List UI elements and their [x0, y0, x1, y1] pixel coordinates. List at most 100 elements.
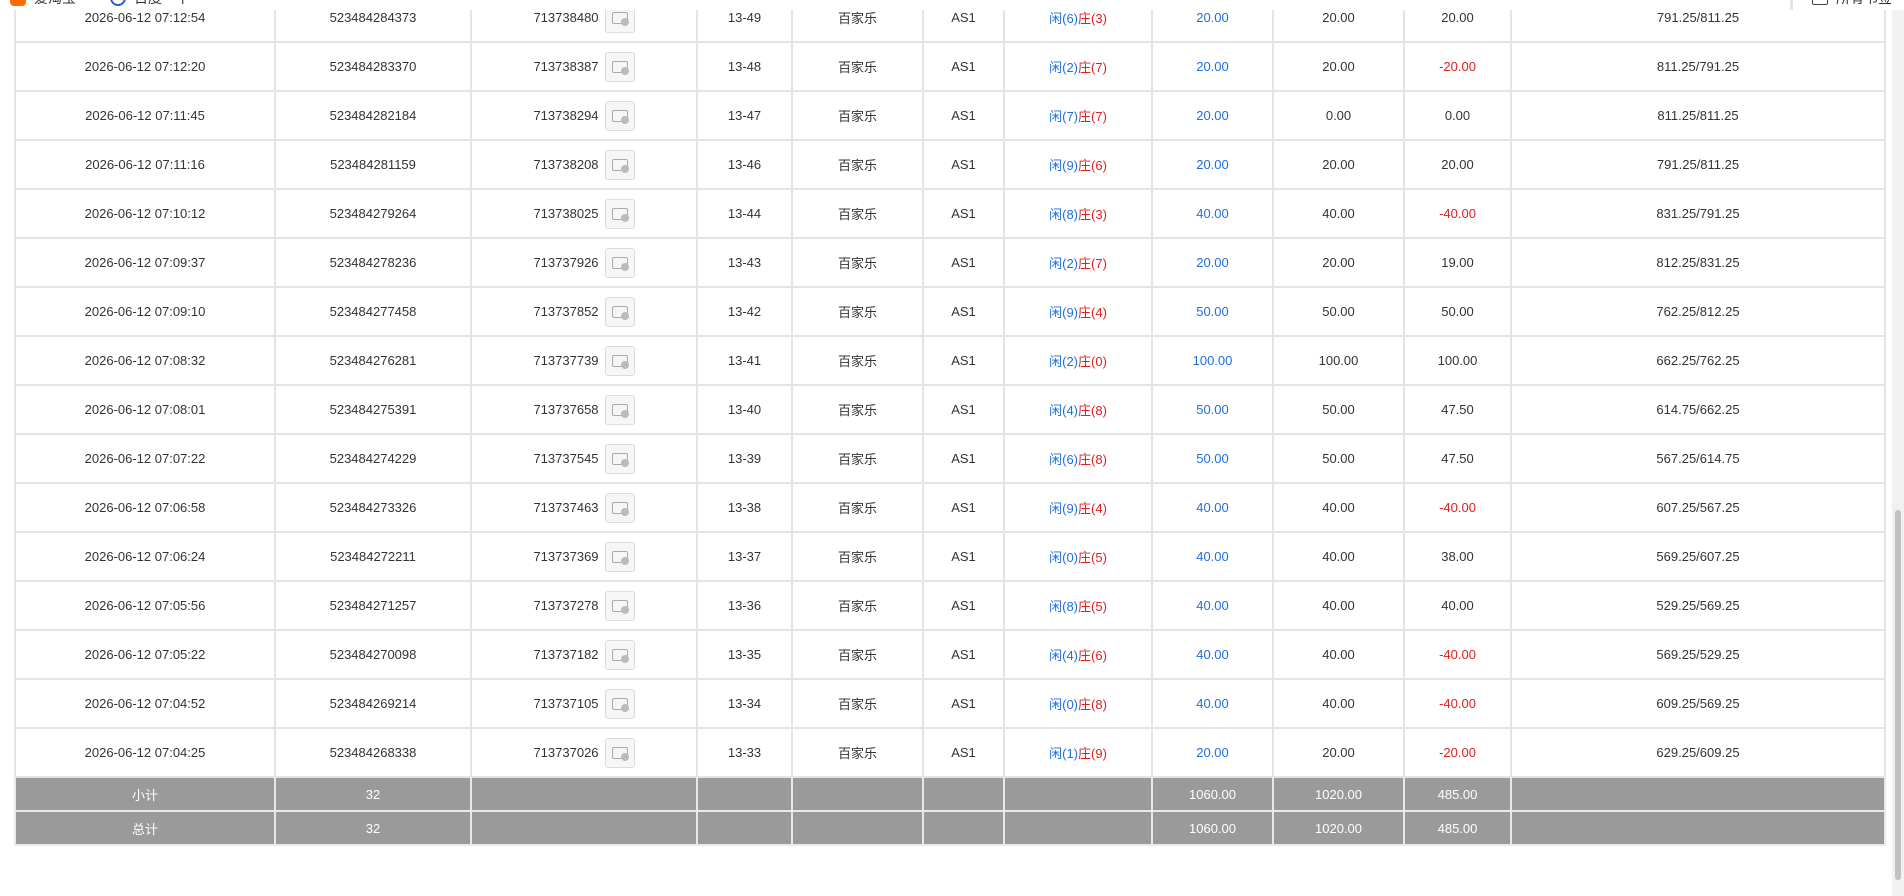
game-id-cell: 713738294: [470, 90, 698, 141]
bet-time-cell: 2026-06-12 07:05:56: [14, 580, 276, 631]
summary-valid-cell: 1020.00: [1272, 776, 1405, 812]
table-row[interactable]: 2026-06-12 07:08:32 523484276281 713737739…: [14, 335, 1886, 386]
game-id: 713737739: [533, 353, 599, 368]
summary-empty-cell: [470, 810, 698, 846]
win-loss-cell: -20.00: [1403, 727, 1512, 778]
table-row[interactable]: 2026-06-12 07:06:58 523484273326 713737463…: [14, 482, 1886, 533]
game-id-wrapper: 713737369: [533, 541, 635, 572]
zhuang-score: (9): [1091, 746, 1107, 761]
game-name-cell: 百家乐: [791, 531, 924, 582]
table-code-cell: AS1: [922, 482, 1005, 533]
game-id: 713737105: [533, 696, 599, 711]
summary-empty-cell: [1510, 776, 1886, 812]
bet-time-cell: 2026-06-12 07:12:20: [14, 41, 276, 92]
order-number-cell: 523484281159: [274, 139, 472, 190]
all-bookmarks-button[interactable]: 所有书签: [1812, 0, 1892, 10]
table-row[interactable]: 2026-06-12 07:09:37 523484278236 713737926…: [14, 237, 1886, 288]
game-id-wrapper: 713737852: [533, 296, 635, 327]
table-row[interactable]: 2026-06-12 07:11:45 523484282184 713738294…: [14, 90, 1886, 141]
result-image-icon[interactable]: [604, 296, 635, 327]
balance-cell: 569.25/607.25: [1510, 531, 1886, 582]
result-image-icon[interactable]: [604, 492, 635, 523]
xian-score: (9): [1062, 305, 1078, 320]
result-cell: 闲(9)庄(4): [1003, 286, 1153, 337]
balance-cell: 791.25/811.25: [1510, 139, 1886, 190]
result-image-icon[interactable]: [604, 345, 635, 376]
order-number-cell: 523484271257: [274, 580, 472, 631]
result-image-icon[interactable]: [604, 100, 635, 131]
result-image-icon[interactable]: [604, 541, 635, 572]
table-row[interactable]: 2026-06-12 07:06:24 523484272211 713737369…: [14, 531, 1886, 582]
table-code-cell: AS1: [922, 335, 1005, 386]
table-row[interactable]: 2026-06-12 07:07:22 523484274229 713737545…: [14, 433, 1886, 484]
table-row[interactable]: 2026-06-12 07:11:16 523484281159 713738208…: [14, 139, 1886, 190]
table-row[interactable]: 2026-06-12 07:04:52 523484269214 713737105…: [14, 678, 1886, 729]
table-row[interactable]: 2026-06-12 07:10:12 523484279264 713738025…: [14, 188, 1886, 239]
result-image-icon[interactable]: [604, 639, 635, 670]
result-image-icon[interactable]: [604, 247, 635, 278]
xian-score: (4): [1062, 648, 1078, 663]
bet-amount-cell: 50.00: [1151, 433, 1274, 484]
balance-cell: 609.25/569.25: [1510, 678, 1886, 729]
xian-score: (9): [1062, 501, 1078, 516]
game-id-cell: 713737545: [470, 433, 698, 484]
bookmark-baidu[interactable]: 百度一下: [110, 0, 190, 10]
balance-cell: 811.25/811.25: [1510, 90, 1886, 141]
xian-score: (0): [1062, 697, 1078, 712]
round-cell: 13-36: [696, 580, 793, 631]
result-cell: 闲(8)庄(3): [1003, 188, 1153, 239]
zhuang-label: 庄: [1078, 403, 1092, 418]
zhuang-label: 庄: [1078, 648, 1092, 663]
bet-amount-cell: 20.00: [1151, 727, 1274, 778]
valid-bet-cell: 20.00: [1272, 237, 1405, 288]
win-loss-cell: -40.00: [1403, 678, 1512, 729]
table-row[interactable]: 2026-06-12 07:04:25 523484268338 713737026…: [14, 727, 1886, 778]
valid-bet-cell: 20.00: [1272, 139, 1405, 190]
result-image-icon[interactable]: [604, 590, 635, 621]
game-id: 713738387: [533, 59, 599, 74]
valid-bet-cell: 40.00: [1272, 188, 1405, 239]
valid-bet-cell: 50.00: [1272, 384, 1405, 435]
result-image-icon[interactable]: [604, 198, 635, 229]
game-id-wrapper: 713737739: [533, 345, 635, 376]
result-image-icon[interactable]: [604, 394, 635, 425]
vertical-scrollbar[interactable]: [1892, 0, 1904, 896]
xian-score: (2): [1062, 354, 1078, 369]
xian-score: (7): [1062, 109, 1078, 124]
table-code-cell: AS1: [922, 188, 1005, 239]
bet-time-cell: 2026-06-12 07:08:01: [14, 384, 276, 435]
zhuang-label: 庄: [1078, 354, 1092, 369]
bookmark-aitaobao[interactable]: 爱淘宝: [10, 0, 76, 10]
result-cell: 闲(7)庄(7): [1003, 90, 1153, 141]
result-cell: 闲(6)庄(8): [1003, 433, 1153, 484]
summary-empty-cell: [696, 776, 793, 812]
scrollbar-thumb[interactable]: [1895, 510, 1901, 880]
game-id-wrapper: 713737278: [533, 590, 635, 621]
balance-cell: 607.25/567.25: [1510, 482, 1886, 533]
xian-score: (9): [1062, 158, 1078, 173]
result-image-icon[interactable]: [604, 51, 635, 82]
game-name-cell: 百家乐: [791, 139, 924, 190]
game-id-cell: 713737278: [470, 580, 698, 631]
result-image-icon[interactable]: [604, 737, 635, 768]
table-row[interactable]: 2026-06-12 07:09:10 523484277458 713737852…: [14, 286, 1886, 337]
table-row[interactable]: 2026-06-12 07:08:01 523484275391 713737658…: [14, 384, 1886, 435]
table-row[interactable]: 2026-06-12 07:12:20 523484283370 713738387…: [14, 41, 1886, 92]
baidu-paw-icon: [110, 0, 126, 6]
table-row[interactable]: 2026-06-12 07:05:56 523484271257 713737278…: [14, 580, 1886, 631]
game-id: 713737369: [533, 549, 599, 564]
result-image-icon[interactable]: [604, 443, 635, 474]
table-row[interactable]: 2026-06-12 07:05:22 523484270098 713737182…: [14, 629, 1886, 680]
table-code-cell: AS1: [922, 727, 1005, 778]
game-id: 713737026: [533, 745, 599, 760]
game-id-cell: 713737852: [470, 286, 698, 337]
order-number-cell: 523484277458: [274, 286, 472, 337]
zhuang-label: 庄: [1078, 11, 1092, 26]
zhuang-score: (5): [1091, 599, 1107, 614]
bet-amount-cell: 20.00: [1151, 90, 1274, 141]
zhuang-score: (3): [1091, 11, 1107, 26]
zhuang-label: 庄: [1078, 256, 1092, 271]
result-image-icon[interactable]: [604, 149, 635, 180]
valid-bet-cell: 50.00: [1272, 433, 1405, 484]
result-image-icon[interactable]: [604, 688, 635, 719]
